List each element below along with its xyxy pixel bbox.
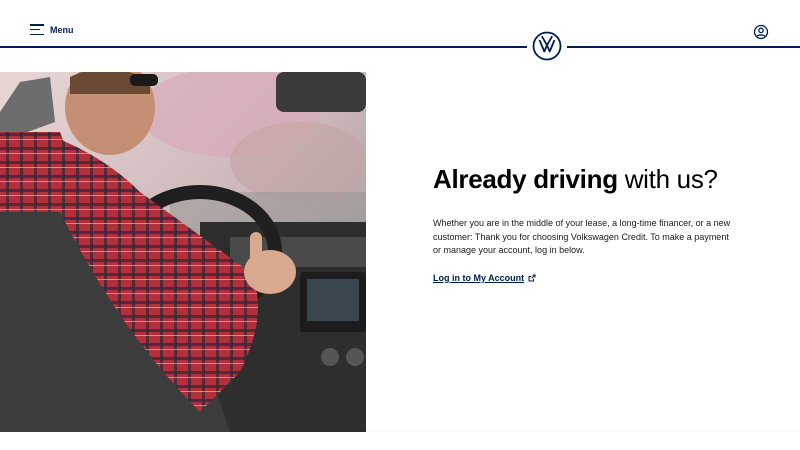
- login-link-label: Log in to My Account: [433, 272, 525, 283]
- headline-light: with us?: [617, 164, 718, 194]
- bottom-bar: [0, 432, 800, 450]
- hamburger-icon: [30, 24, 44, 35]
- external-link-icon: [528, 274, 536, 281]
- site-header: Menu: [0, 0, 800, 72]
- vw-logo-icon[interactable]: [532, 31, 562, 61]
- page-title: Already driving with us?: [433, 163, 753, 195]
- login-link[interactable]: Log in to My Account: [433, 273, 536, 283]
- hero-image: [0, 72, 366, 432]
- header-rule-right: [567, 46, 800, 48]
- header-rule-left: [0, 46, 527, 48]
- driver-photo: [0, 72, 366, 432]
- menu-label: Menu: [50, 24, 74, 35]
- intro-paragraph: Whether you are in the middle of your le…: [433, 218, 731, 255]
- main-content: Already driving with us? Whether you are…: [433, 163, 753, 286]
- menu-button[interactable]: Menu: [30, 24, 74, 35]
- headline-bold: Already driving: [433, 164, 618, 194]
- user-account-icon[interactable]: [753, 24, 769, 40]
